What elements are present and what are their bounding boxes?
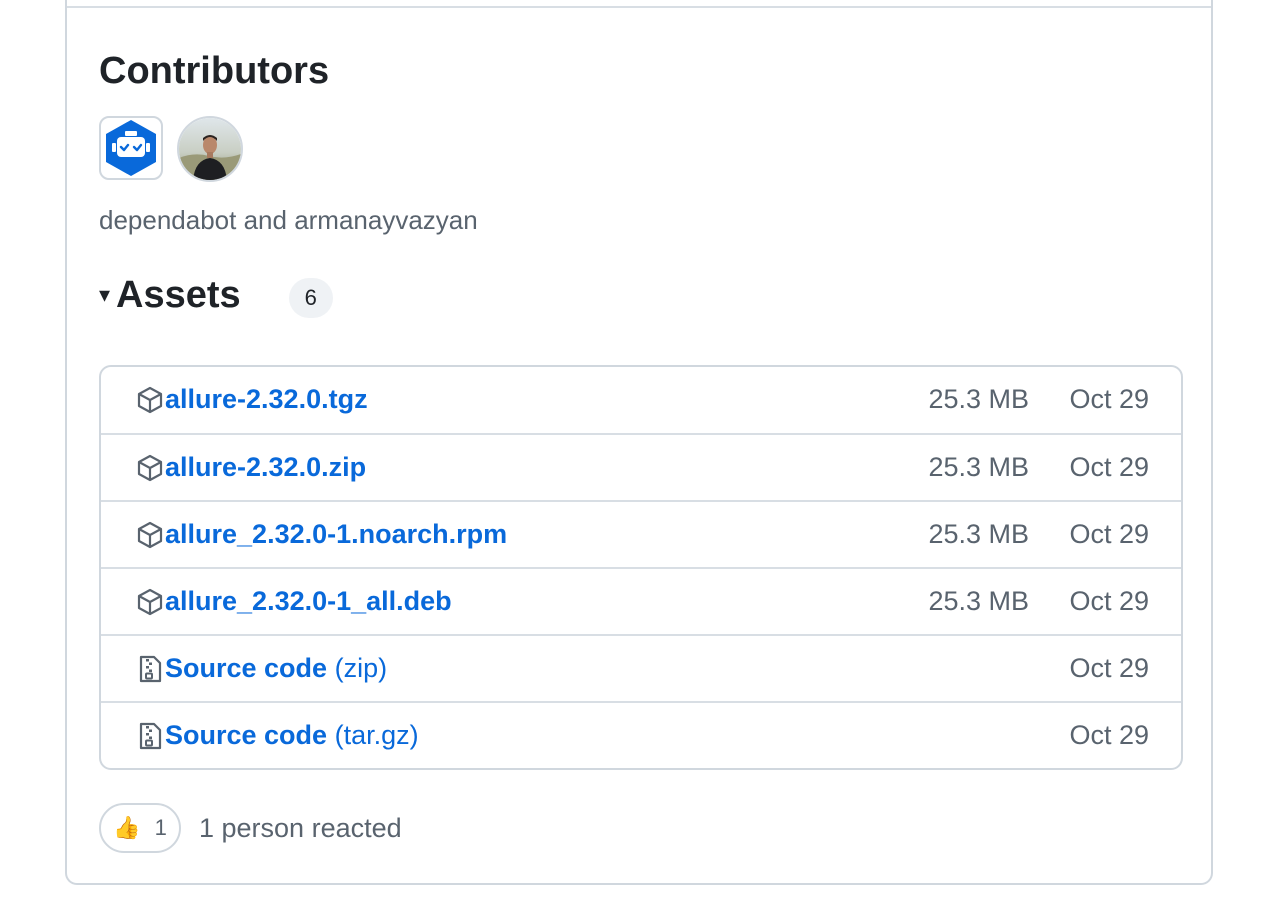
asset-date: Oct 29 [1069,452,1149,482]
reaction-count: 1 [154,815,167,840]
contributors-title: Contributors [99,50,330,92]
file-zip-icon [139,722,162,750]
release-card: Contributors dependabot and armanayvazya… [65,0,1213,885]
thumbs-up-icon: 👍 [113,815,141,840]
package-icon [137,386,163,414]
package-icon [137,454,163,482]
asset-size: 25.3 MB [928,586,1029,616]
divider [67,6,1211,8]
asset-row: Source code (tar.gz) Oct 29 [101,701,1181,768]
asset-date: Oct 29 [1069,653,1149,683]
package-icon [137,521,163,549]
dependabot-avatar[interactable] [99,116,163,180]
caret-down-icon: ▾ [99,282,111,307]
asset-link[interactable]: allure-2.32.0.tgz [165,383,368,415]
asset-date: Oct 29 [1069,384,1149,414]
asset-size: 25.3 MB [928,452,1029,482]
asset-link[interactable]: allure-2.32.0.zip [165,451,366,483]
asset-row: allure_2.32.0-1.noarch.rpm 25.3 MB Oct 2… [101,500,1181,567]
asset-link[interactable]: allure_2.32.0-1.noarch.rpm [165,518,507,550]
reactions-bar: 👍 1 1 person reacted [99,803,402,853]
asset-link[interactable]: allure_2.32.0-1_all.deb [165,585,452,617]
asset-row: allure_2.32.0-1_all.deb 25.3 MB Oct 29 [101,567,1181,634]
package-icon [137,588,163,616]
asset-date: Oct 29 [1069,519,1149,549]
asset-row: allure-2.32.0.zip 25.3 MB Oct 29 [101,433,1181,500]
asset-link[interactable]: Source code (tar.gz) [165,719,419,751]
reaction-summary: 1 person reacted [199,812,402,843]
asset-date: Oct 29 [1069,720,1149,750]
asset-row: allure-2.32.0.tgz 25.3 MB Oct 29 [101,367,1181,433]
user-photo [179,118,241,180]
asset-link[interactable]: Source code (zip) [165,652,387,684]
dependabot-icon [106,120,156,176]
assets-list: allure-2.32.0.tgz 25.3 MB Oct 29 allure-… [99,365,1183,770]
contributor-avatars [99,116,243,182]
assets-count-badge: 6 [288,278,333,318]
thumbs-up-reaction-button[interactable]: 👍 1 [99,803,181,853]
asset-size: 25.3 MB [928,519,1029,549]
assets-title: Assets [116,274,241,316]
asset-row: Source code (zip) Oct 29 [101,634,1181,701]
asset-size: 25.3 MB [928,384,1029,414]
asset-date: Oct 29 [1069,586,1149,616]
file-zip-icon [139,655,162,683]
contributors-names: dependabot and armanayvazyan [99,205,478,235]
assets-toggle[interactable]: ▾ Assets 6 [99,272,333,318]
user-avatar[interactable] [177,116,243,182]
